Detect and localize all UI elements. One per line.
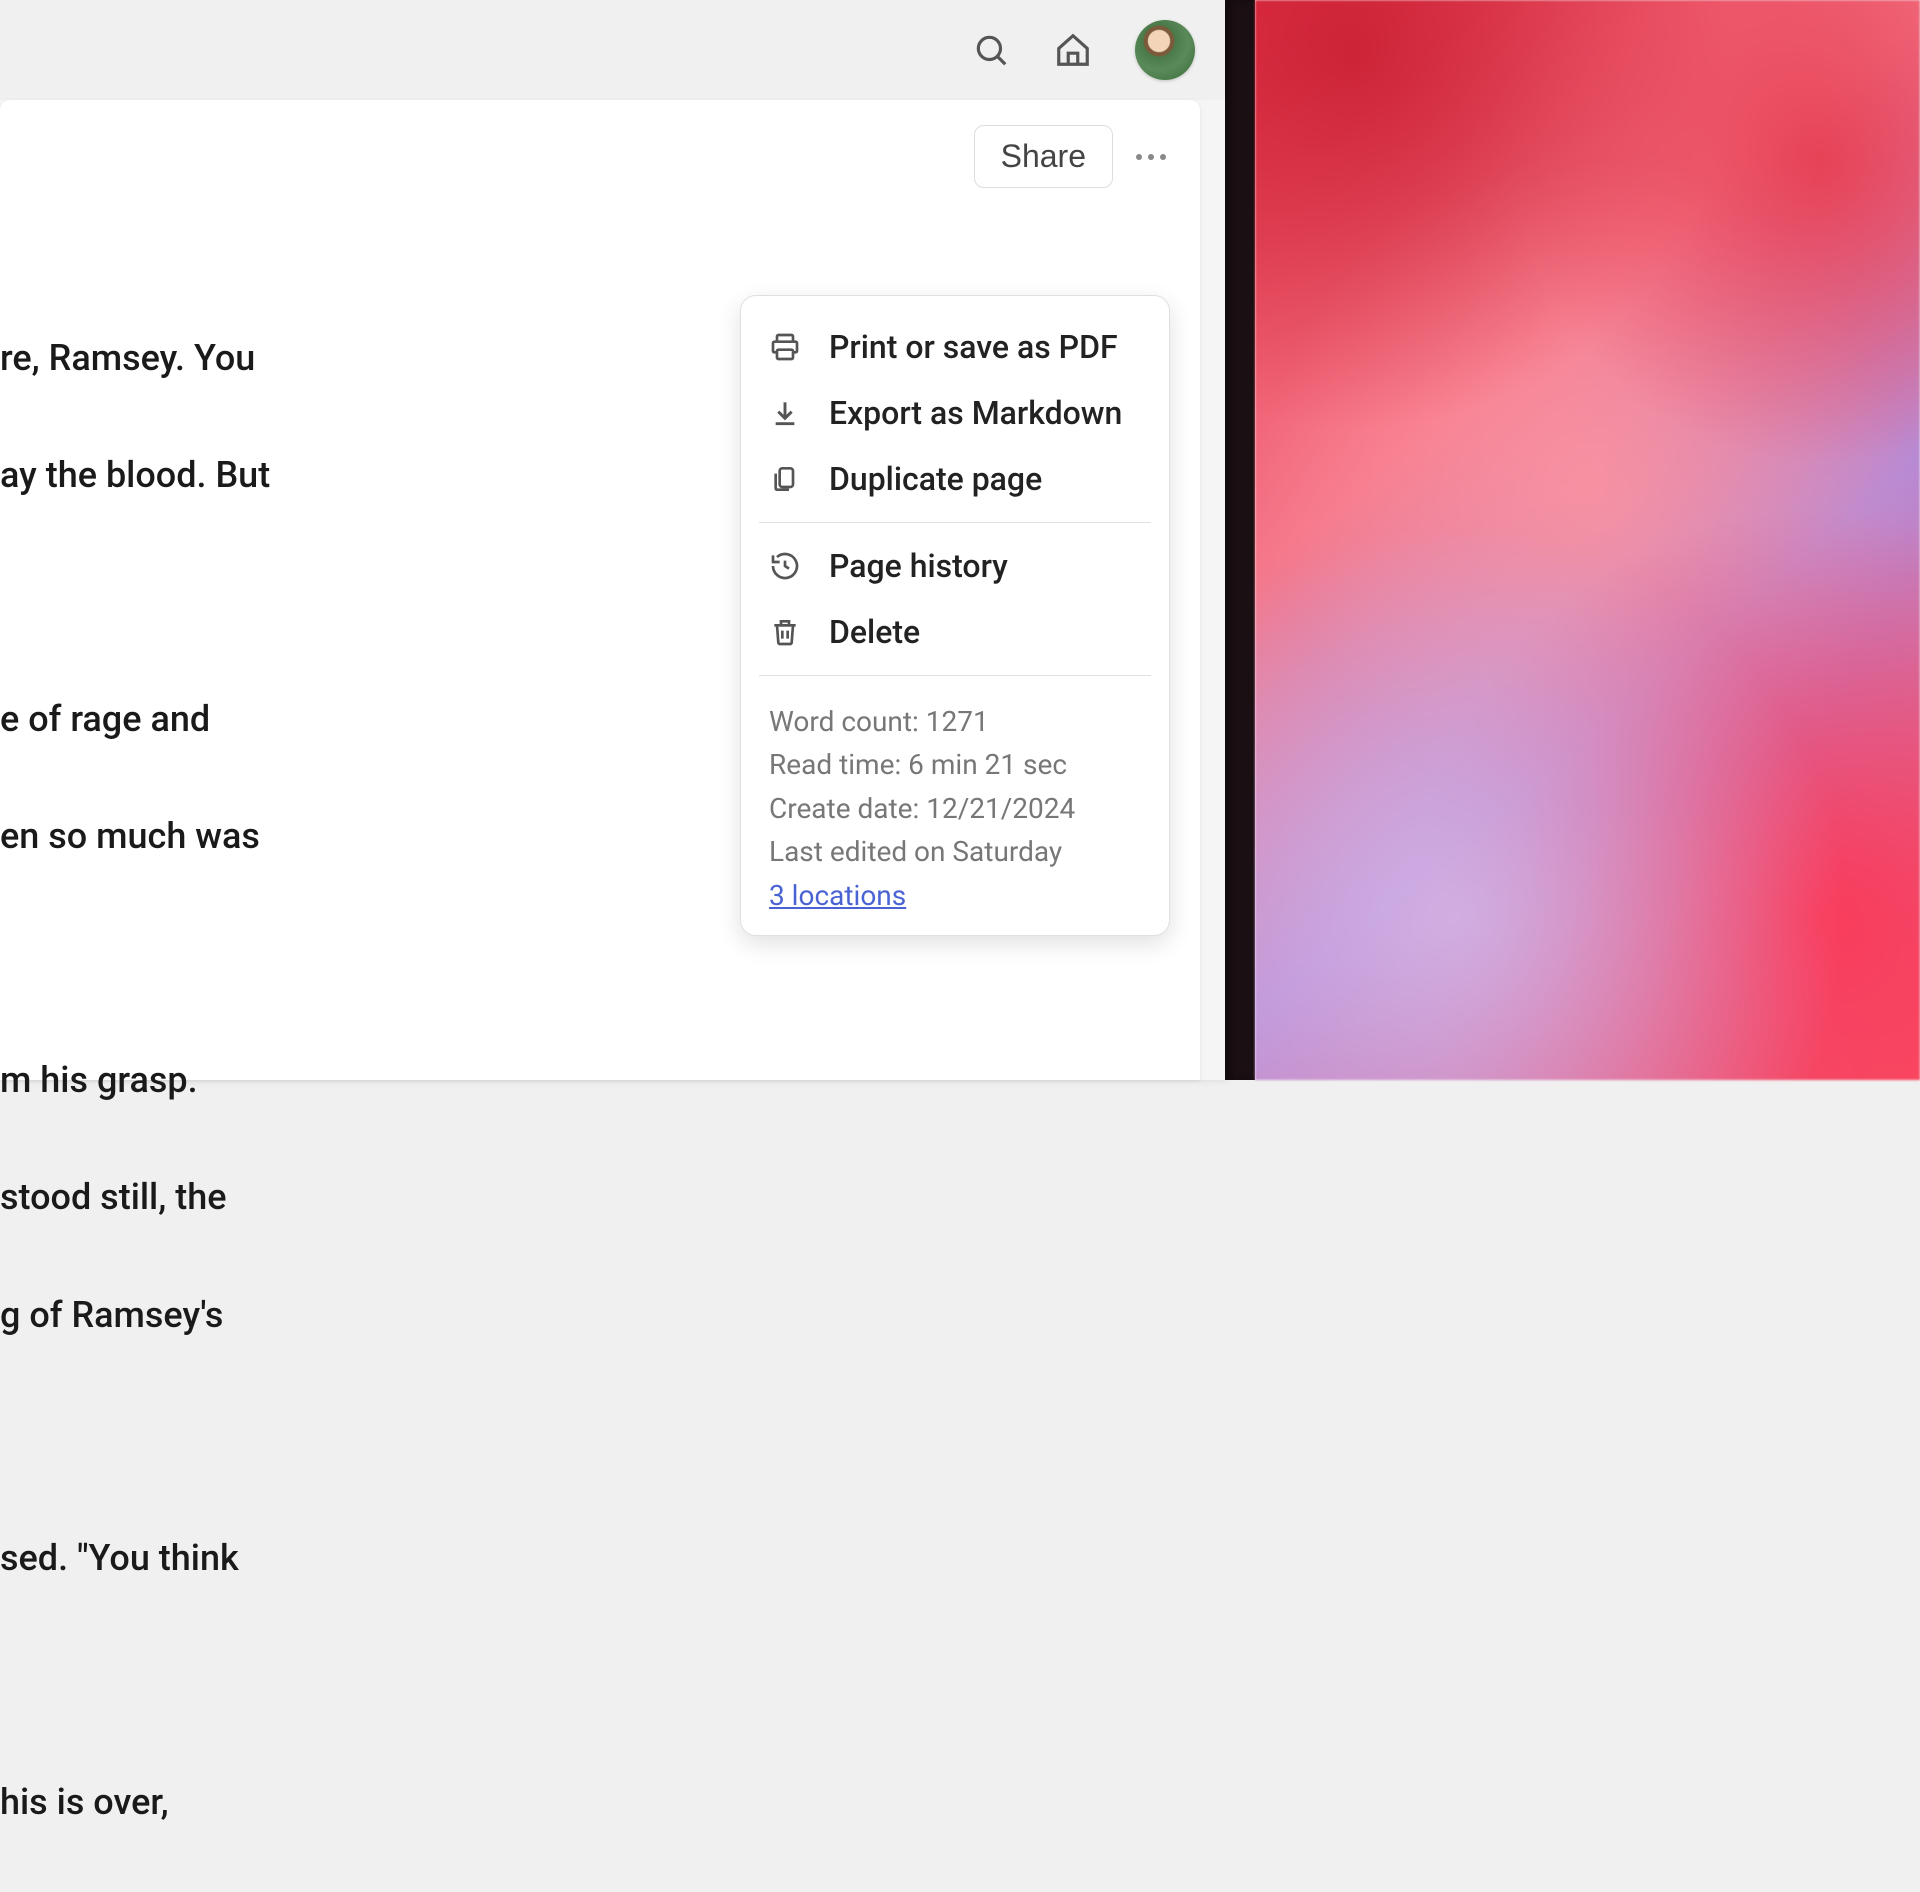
duplicate-page-item[interactable]: Duplicate page bbox=[741, 446, 1169, 512]
menu-divider bbox=[759, 675, 1151, 676]
menu-label: Duplicate page bbox=[829, 460, 1042, 498]
ellipsis-icon bbox=[1136, 154, 1142, 160]
menu-label: Page history bbox=[829, 547, 1008, 585]
window-edge-gap bbox=[1225, 0, 1255, 1080]
menu-label: Print or save as PDF bbox=[829, 328, 1118, 366]
text-line: g of Ramsey's bbox=[0, 1288, 640, 1344]
text-line: stood still, the bbox=[0, 1170, 640, 1226]
share-button[interactable]: Share bbox=[974, 125, 1113, 188]
top-bar bbox=[0, 0, 1225, 100]
print-pdf-item[interactable]: Print or save as PDF bbox=[741, 314, 1169, 380]
text-line: his is over, bbox=[0, 1775, 640, 1831]
printer-icon bbox=[769, 331, 801, 363]
last-edited: Last edited on Saturday bbox=[769, 830, 1141, 873]
search-icon[interactable] bbox=[971, 30, 1011, 70]
export-markdown-item[interactable]: Export as Markdown bbox=[741, 380, 1169, 446]
trash-icon bbox=[769, 616, 801, 648]
text-line: en so much was bbox=[0, 809, 640, 865]
app-panel: Share re, Ramsey. You ay the blood. But … bbox=[0, 0, 1225, 1080]
menu-divider bbox=[759, 522, 1151, 523]
read-time: Read time: 6 min 21 sec bbox=[769, 743, 1141, 786]
text-line: ay the blood. But bbox=[0, 448, 640, 504]
menu-label: Export as Markdown bbox=[829, 394, 1122, 432]
more-options-button[interactable] bbox=[1127, 133, 1175, 181]
document-body[interactable]: re, Ramsey. You ay the blood. But e of r… bbox=[0, 275, 640, 1892]
text-line: e of rage and bbox=[0, 692, 640, 748]
text-line: sed. "You think bbox=[0, 1531, 640, 1587]
avatar[interactable] bbox=[1135, 20, 1195, 80]
page-metadata: Word count: 1271 Read time: 6 min 21 sec… bbox=[741, 686, 1169, 917]
wallpaper-background bbox=[1255, 0, 1920, 1080]
duplicate-icon bbox=[769, 463, 801, 495]
page-history-item[interactable]: Page history bbox=[741, 533, 1169, 599]
download-icon bbox=[769, 397, 801, 429]
document-toolbar: Share bbox=[0, 115, 1200, 198]
delete-item[interactable]: Delete bbox=[741, 599, 1169, 665]
more-options-menu: Print or save as PDF Export as Markdown bbox=[740, 295, 1170, 936]
locations-link[interactable]: 3 locations bbox=[769, 879, 906, 912]
word-count: Word count: 1271 bbox=[769, 700, 1141, 743]
create-date: Create date: 12/21/2024 bbox=[769, 787, 1141, 830]
history-icon bbox=[769, 550, 801, 582]
home-icon[interactable] bbox=[1053, 30, 1093, 70]
menu-label: Delete bbox=[829, 613, 920, 651]
text-line: re, Ramsey. You bbox=[0, 331, 640, 387]
content-area: Share re, Ramsey. You ay the blood. But … bbox=[0, 100, 1200, 1080]
text-line: m his grasp. bbox=[0, 1053, 640, 1109]
